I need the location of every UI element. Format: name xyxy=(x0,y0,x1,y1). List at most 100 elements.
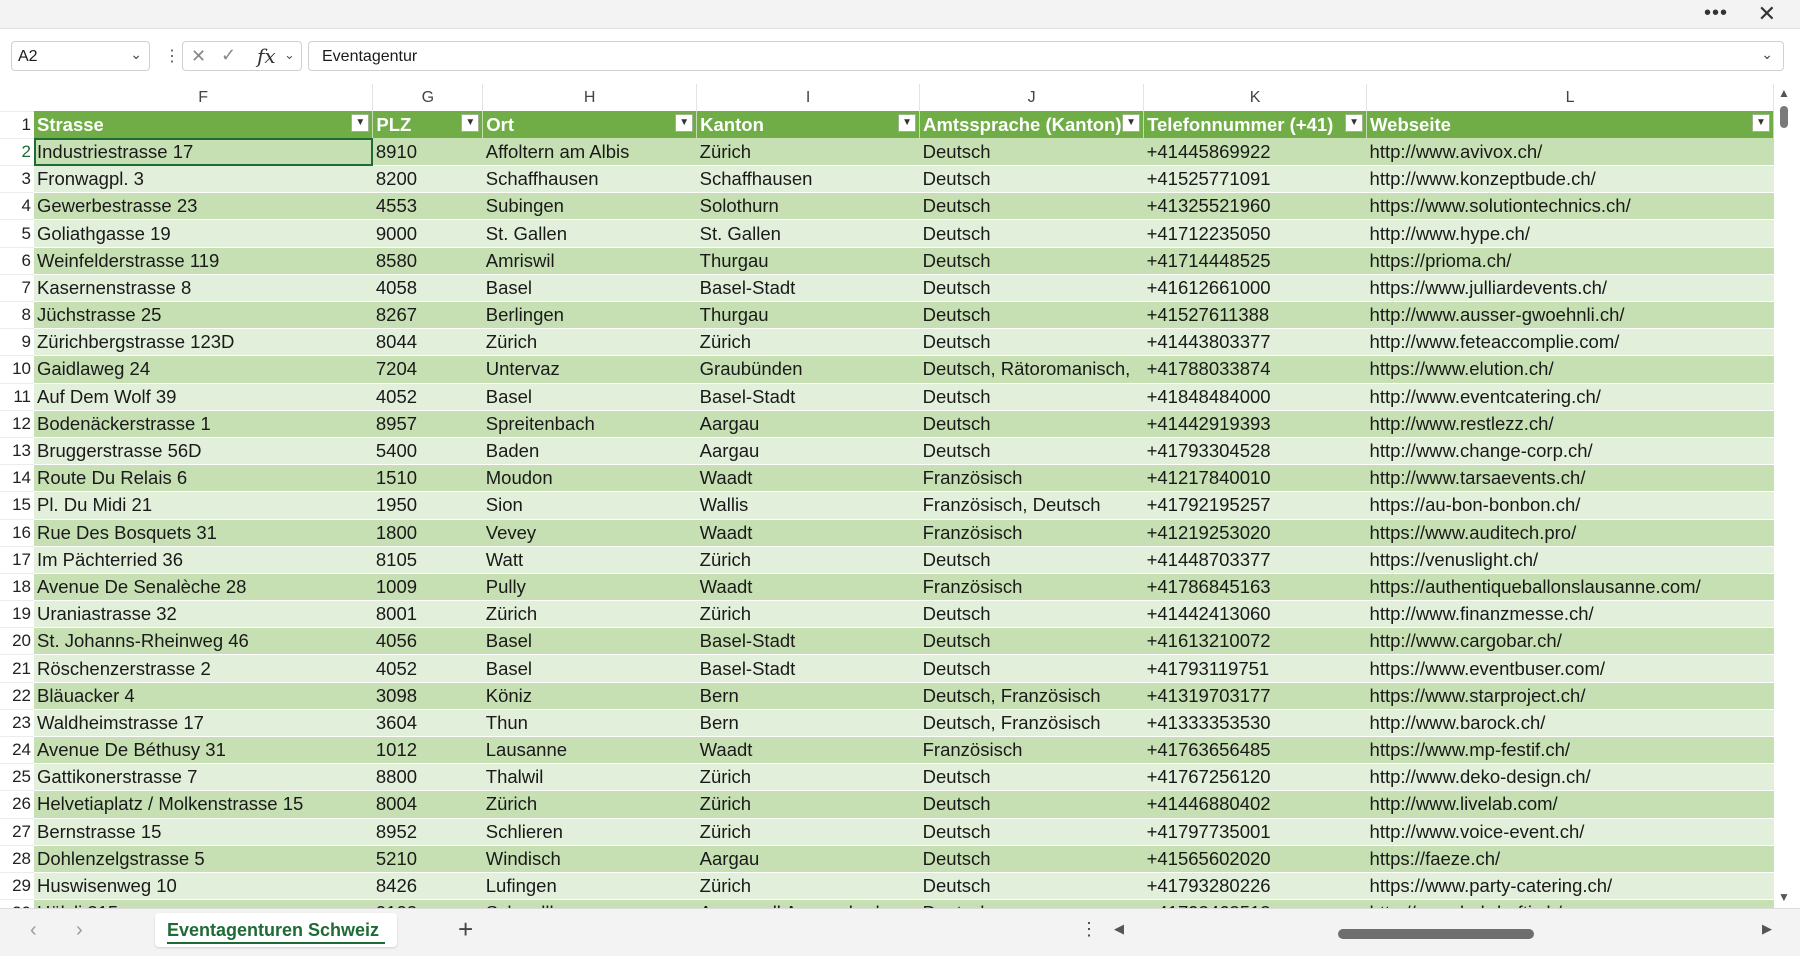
table-header-cell[interactable]: Amtssprache (Kanton) ▼ xyxy=(919,111,1145,139)
table-cell[interactable]: +41767256120 xyxy=(1143,763,1367,792)
add-sheet-icon[interactable]: + xyxy=(458,914,473,945)
formula-input[interactable]: Eventagentur ⌄ xyxy=(308,41,1784,71)
table-cell[interactable]: Deutsch xyxy=(919,247,1144,275)
filter-dropdown-icon[interactable]: ▼ xyxy=(1122,114,1141,133)
table-cell[interactable]: https://authentiqueballonslausanne.com/ xyxy=(1366,573,1774,602)
table-header-cell[interactable]: PLZ ▼ xyxy=(372,111,484,139)
table-cell[interactable]: +41448703377 xyxy=(1143,546,1367,574)
table-cell[interactable]: Im Pächterried 36 xyxy=(33,546,373,574)
table-cell[interactable]: Fronwagpl. 3 xyxy=(33,165,373,194)
row-header[interactable]: 9 xyxy=(0,328,34,356)
table-cell[interactable]: +41793463513 xyxy=(1143,899,1367,908)
filter-dropdown-icon[interactable]: ▼ xyxy=(1752,114,1770,133)
table-cell[interactable]: Zürich xyxy=(696,763,920,792)
scroll-right-icon[interactable]: ▶ xyxy=(1762,921,1772,937)
table-cell[interactable]: Aargau xyxy=(696,845,920,873)
table-cell[interactable]: Basel xyxy=(482,627,697,656)
table-cell[interactable]: Deutsch, Französisch xyxy=(919,682,1144,710)
table-cell[interactable]: Deutsch xyxy=(919,138,1144,167)
table-cell[interactable]: Schaffhausen xyxy=(696,165,920,194)
table-cell[interactable]: Gaidlaweg 24 xyxy=(33,355,373,384)
table-cell[interactable]: http://www.hype.ch/ xyxy=(1366,219,1774,248)
table-cell[interactable]: Lufingen xyxy=(482,872,697,901)
table-cell[interactable]: http://www.avivox.ch/ xyxy=(1366,138,1774,167)
vertical-scrollbar[interactable]: ▲ ▼ xyxy=(1774,84,1796,908)
filter-dropdown-icon[interactable]: ▼ xyxy=(461,114,480,133)
table-cell[interactable]: https://www.party-catering.ch/ xyxy=(1366,872,1774,901)
close-icon[interactable]: ✕ xyxy=(1758,1,1776,27)
table-header-cell[interactable]: Strasse ▼ xyxy=(33,111,374,139)
table-cell[interactable]: Untervaz xyxy=(482,355,697,384)
table-cell[interactable]: Basel xyxy=(482,274,697,303)
table-cell[interactable]: https://www.mp-festif.ch/ xyxy=(1366,736,1774,765)
table-cell[interactable]: Bernstrasse 15 xyxy=(33,818,373,846)
table-cell[interactable]: 8004 xyxy=(372,790,483,819)
table-cell[interactable]: Waadt xyxy=(696,519,920,547)
table-cell[interactable]: +41442413060 xyxy=(1143,600,1367,629)
table-cell[interactable]: +41714448525 xyxy=(1143,247,1367,275)
table-cell[interactable]: 9102 xyxy=(372,899,483,908)
table-cell[interactable]: Französisch xyxy=(919,736,1144,765)
table-cell[interactable]: St. Gallen xyxy=(482,219,697,248)
table-cell[interactable]: Deutsch xyxy=(919,437,1144,466)
scroll-left-icon[interactable]: ◀ xyxy=(1114,921,1124,937)
table-cell[interactable]: Pully xyxy=(482,573,697,602)
table-cell[interactable]: +41848484000 xyxy=(1143,383,1367,411)
row-header[interactable]: 5 xyxy=(0,219,34,248)
function-icon[interactable]: fx xyxy=(257,44,276,68)
table-cell[interactable]: Subingen xyxy=(482,192,697,221)
table-cell[interactable]: Thalwil xyxy=(482,763,697,792)
table-cell[interactable]: 5210 xyxy=(372,845,483,873)
row-header[interactable]: 10 xyxy=(0,355,34,384)
table-cell[interactable]: Uraniastrasse 32 xyxy=(33,600,373,629)
table-cell[interactable]: http://www.restlezz.ch/ xyxy=(1366,410,1774,438)
table-cell[interactable]: Französisch xyxy=(919,464,1144,493)
table-cell[interactable]: https://faeze.ch/ xyxy=(1366,845,1774,873)
table-cell[interactable]: Moudon xyxy=(482,464,697,493)
table-cell[interactable]: Pl. Du Midi 21 xyxy=(33,491,373,520)
expand-formula-icon[interactable]: ⌄ xyxy=(1761,46,1773,63)
table-cell[interactable]: http://www.bob-hofti.ch/ xyxy=(1366,899,1774,908)
column-header[interactable]: F xyxy=(33,84,374,112)
table-cell[interactable]: Bläuacker 4 xyxy=(33,682,373,710)
row-header[interactable]: 11 xyxy=(0,382,34,411)
table-cell[interactable]: Watt xyxy=(482,546,697,574)
table-cell[interactable]: Zürich xyxy=(482,328,697,357)
table-cell[interactable]: Zürichbergstrasse 123D xyxy=(33,328,373,357)
table-cell[interactable]: Deutsch xyxy=(919,192,1144,221)
table-cell[interactable]: Lausanne xyxy=(482,736,697,765)
table-cell[interactable]: Gewerbestrasse 23 xyxy=(33,192,373,221)
table-cell[interactable]: Bodenäckerstrasse 1 xyxy=(33,410,373,438)
table-cell[interactable]: +41792195257 xyxy=(1143,491,1367,520)
row-header[interactable]: 1 xyxy=(0,110,34,139)
spreadsheet-grid[interactable]: FGHIJKL 1 Strasse ▼ PLZ ▼ Ort ▼ Kanton ▼ Amtsspr… xyxy=(0,84,1774,908)
table-cell[interactable]: Deutsch xyxy=(919,818,1144,846)
table-cell[interactable]: Französisch xyxy=(919,519,1144,547)
table-cell[interactable]: 8044 xyxy=(372,328,483,357)
table-cell[interactable]: Deutsch xyxy=(919,383,1144,411)
table-cell[interactable]: Appenzell Ausserrhoden xyxy=(696,899,920,908)
row-header[interactable]: 16 xyxy=(0,518,34,547)
table-cell[interactable]: Industriestrasse 17 xyxy=(33,138,373,167)
table-cell[interactable]: Deutsch xyxy=(919,872,1144,901)
table-cell[interactable]: 3604 xyxy=(372,709,483,738)
table-cell[interactable]: 1800 xyxy=(372,519,483,547)
table-cell[interactable]: https://www.solutiontechnics.ch/ xyxy=(1366,192,1774,221)
row-header[interactable]: 17 xyxy=(0,545,34,574)
table-cell[interactable]: Aargau xyxy=(696,410,920,438)
table-cell[interactable]: Amriswil xyxy=(482,247,697,275)
table-cell[interactable]: https://www.auditech.pro/ xyxy=(1366,519,1774,547)
table-header-cell[interactable]: Telefonnummer (+41) ▼ xyxy=(1143,111,1368,139)
table-cell[interactable]: 8957 xyxy=(372,410,483,438)
table-cell[interactable]: +41788033874 xyxy=(1143,355,1367,384)
table-cell[interactable]: http://www.barock.ch/ xyxy=(1366,709,1774,738)
table-cell[interactable]: http://www.finanzmesse.ch/ xyxy=(1366,600,1774,629)
table-cell[interactable]: http://www.change-corp.ch/ xyxy=(1366,437,1774,466)
table-cell[interactable]: http://www.cargobar.ch/ xyxy=(1366,627,1774,656)
horizontal-scrollbar[interactable]: ◀ ▶ xyxy=(1108,921,1778,943)
more-options-icon[interactable]: ••• xyxy=(1704,2,1728,25)
table-cell[interactable]: https://au-bon-bonbon.ch/ xyxy=(1366,491,1774,520)
table-cell[interactable]: +41712235050 xyxy=(1143,219,1367,248)
table-cell[interactable]: http://www.tarsaevents.ch/ xyxy=(1366,464,1774,493)
vertical-dots-icon[interactable]: ⋮ xyxy=(164,46,180,66)
